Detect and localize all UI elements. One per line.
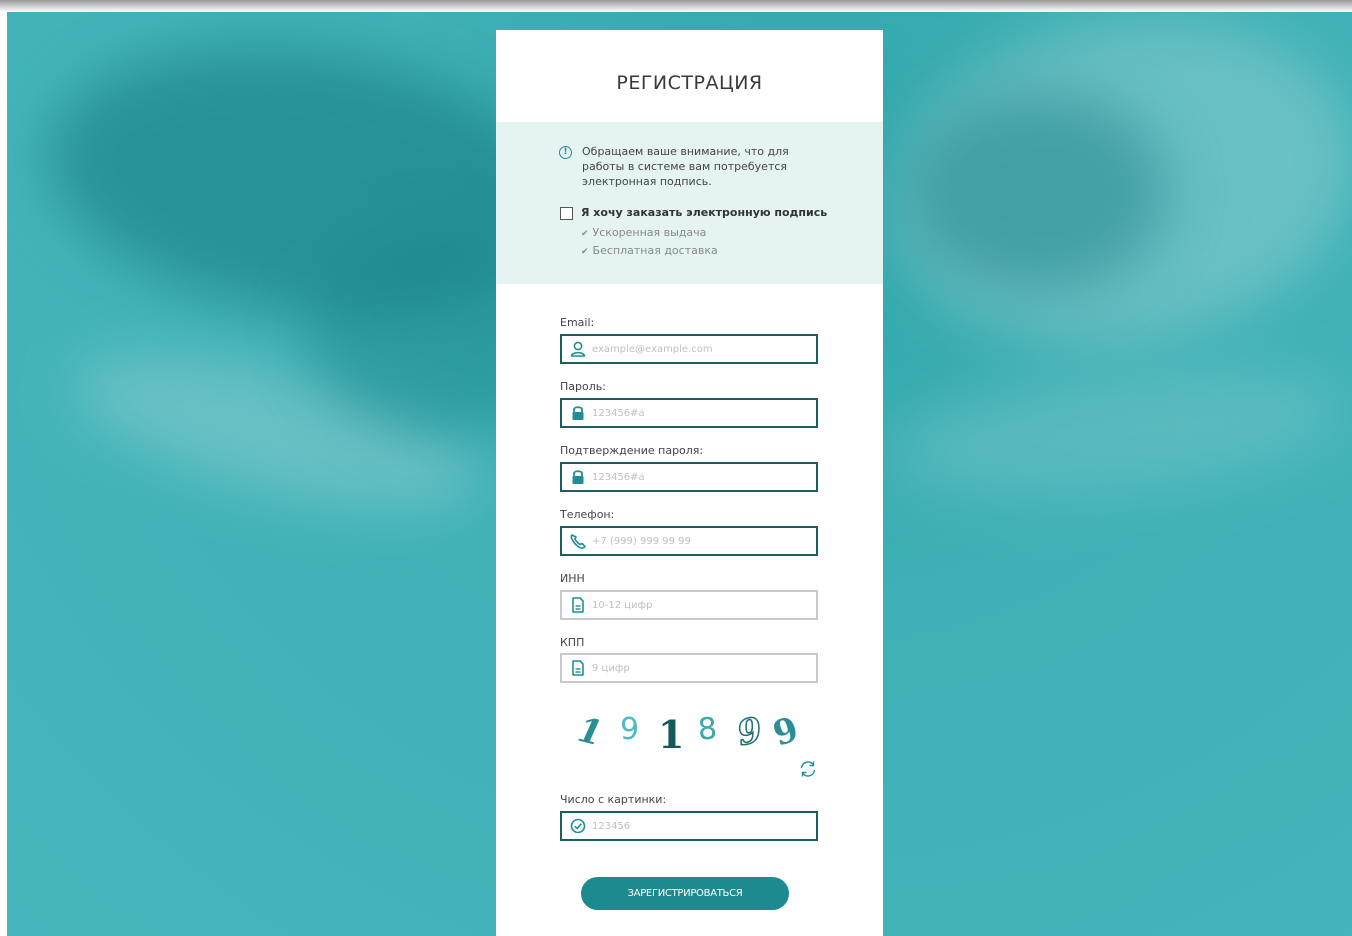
refresh-captcha-icon[interactable] [798, 759, 818, 779]
background-shape [907, 92, 1167, 292]
info-circle-icon: ! [559, 146, 572, 159]
benefit-item: ✔ Ускоренная выдача [581, 226, 706, 239]
lock-icon [572, 406, 584, 420]
captcha-field-box[interactable] [560, 811, 818, 841]
benefit-label: Бесплатная доставка [592, 244, 718, 257]
captcha-input[interactable] [592, 813, 810, 839]
captcha-digit: 1 [658, 712, 685, 757]
password-confirm-input[interactable] [592, 464, 810, 490]
captcha-digit: 9 [733, 709, 766, 755]
email-input[interactable] [592, 336, 810, 362]
lock-icon [572, 470, 584, 484]
password-label: Пароль: [560, 380, 606, 393]
captcha-image: 1 9 1 8 9 9 [570, 709, 810, 760]
user-icon [570, 341, 586, 357]
captcha-digit: 9 [768, 709, 804, 755]
document-icon [572, 660, 584, 676]
phone-label: Телефон: [560, 508, 615, 521]
document-icon [572, 597, 584, 613]
phone-field-box[interactable] [560, 526, 818, 556]
registration-panel: РЕГИСТРАЦИЯ ! Обращаем ваше внимание, чт… [496, 30, 883, 936]
password-field-box[interactable] [560, 398, 818, 428]
email-field-box[interactable] [560, 334, 818, 364]
phone-input[interactable] [592, 528, 810, 554]
register-button[interactable]: ЗАРЕГИСТРИРОВАТЬСЯ [581, 877, 789, 910]
inn-label: ИНН [560, 572, 585, 585]
order-signature-checkbox[interactable] [560, 207, 573, 220]
phone-icon [570, 534, 586, 549]
password-confirm-field-box[interactable] [560, 462, 818, 492]
captcha-digit: 8 [696, 711, 719, 748]
notice-text: Обращаем ваше внимание, что для работы в… [582, 145, 789, 188]
window-top-shadow [0, 0, 1352, 12]
background-shape [881, 348, 1352, 516]
captcha-digit: 1 [570, 710, 610, 754]
page-title: РЕГИСТРАЦИЯ [616, 72, 763, 94]
signature-notice: ! Обращаем ваше внимание, что для работы… [496, 122, 883, 284]
kpp-field-box[interactable] [560, 653, 818, 683]
inn-field-box[interactable] [560, 590, 818, 620]
order-signature-label[interactable]: Я хочу заказать электронную подпись [581, 206, 827, 219]
benefit-item: ✔ Бесплатная доставка [581, 244, 718, 257]
password-input[interactable] [592, 400, 810, 426]
check-icon: ✔ [581, 229, 589, 239]
kpp-input[interactable] [592, 655, 810, 681]
check-circle-icon [570, 818, 586, 834]
kpp-label: КПП [560, 636, 585, 649]
captcha-digit: 9 [620, 712, 640, 747]
benefit-label: Ускоренная выдача [592, 226, 707, 239]
inn-input[interactable] [592, 592, 810, 618]
captcha-label: Число с картинки: [560, 793, 667, 806]
check-icon: ✔ [581, 247, 589, 257]
email-label: Email: [560, 316, 595, 329]
password-confirm-label: Подтверждение пароля: [560, 444, 704, 457]
